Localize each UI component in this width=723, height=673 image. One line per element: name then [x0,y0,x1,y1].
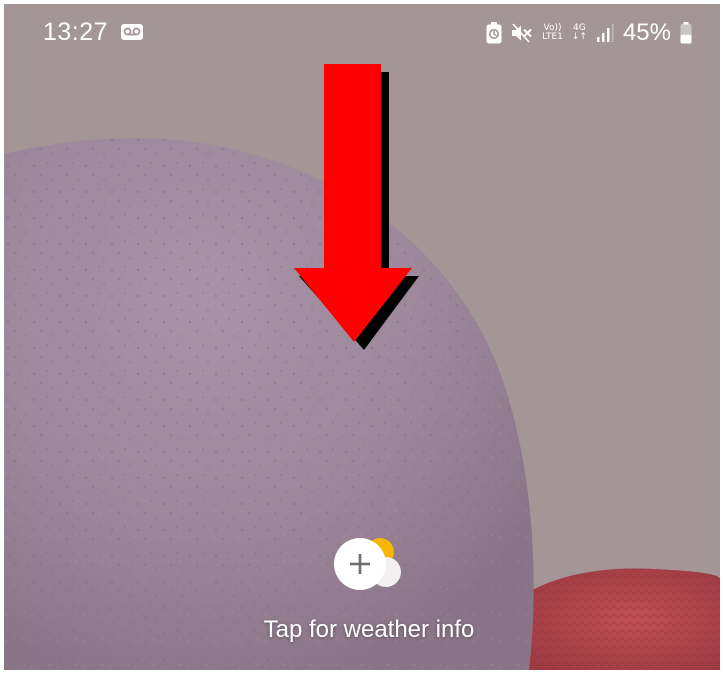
weather-widget[interactable]: Tap for weather info [234,532,504,652]
weather-label[interactable]: Tap for weather info [234,616,504,644]
battery-icon [680,22,692,44]
add-weather-icon[interactable] [328,534,408,594]
battery-percentage: 45% [622,19,671,46]
mobile-data-icon: 4G ↓↑ [571,23,587,42]
status-icons: Vo)) LTE1 4G ↓↑ 45% [486,18,692,48]
battery-saver-icon [486,22,502,44]
lock-screen: 13:27 Vo)) LTE1 4G ↓↑ 45% Tap for weathe… [4,4,720,670]
status-time: 13:27 [43,18,109,46]
status-bar: 13:27 Vo)) LTE1 4G ↓↑ 45% [4,4,720,56]
down-arrow-icon [294,64,419,350]
voicemail-icon [121,24,143,40]
volte-icon: Vo)) LTE1 [542,23,563,42]
signal-icon [596,24,614,42]
mute-icon [512,23,532,43]
